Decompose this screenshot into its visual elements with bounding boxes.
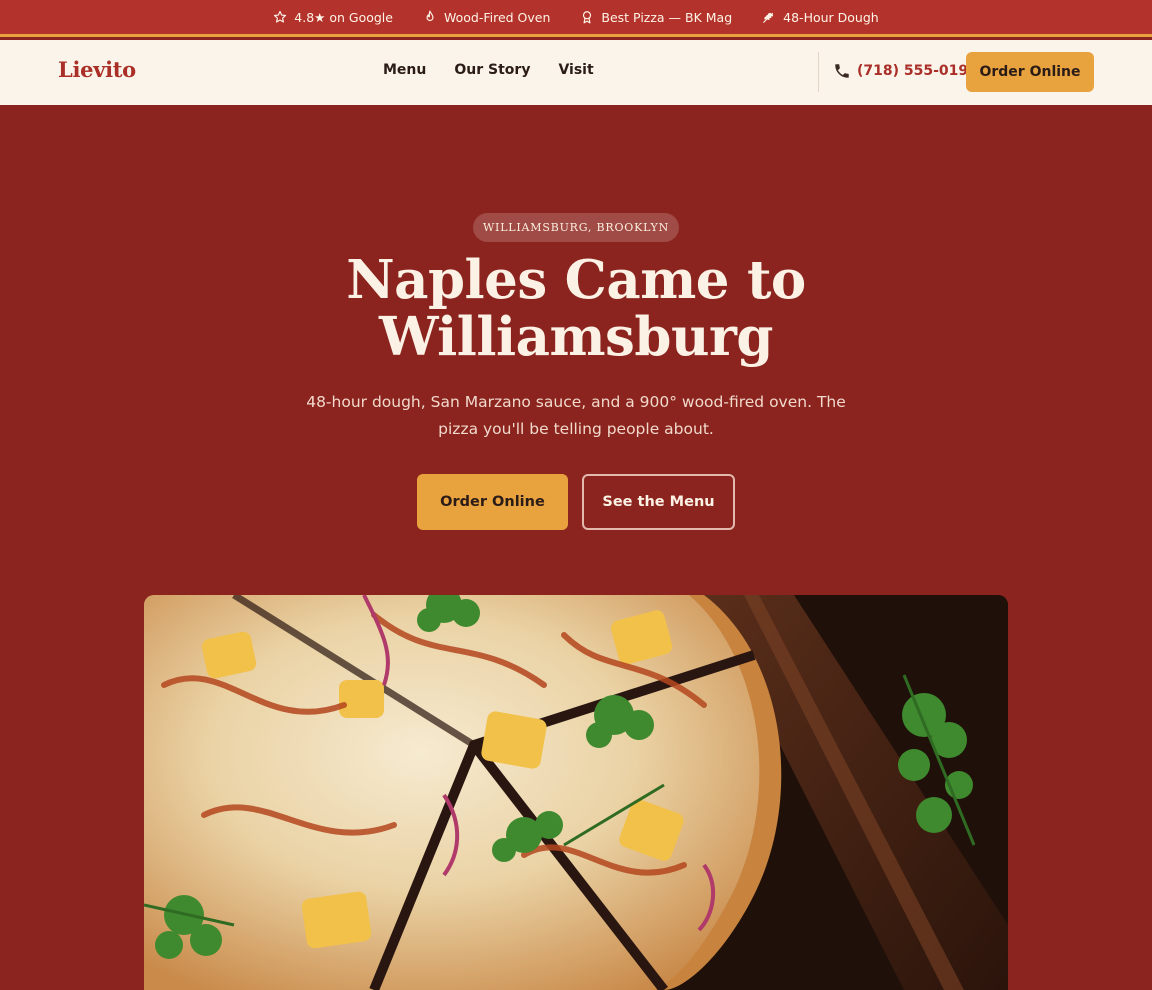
hero-title: Naples Came to Williamsburg — [276, 252, 876, 366]
promo-item-award: Best Pizza — BK Mag — [580, 10, 732, 25]
logo[interactable]: Lievito — [58, 57, 136, 82]
promo-item-rating: 4.8★ on Google — [273, 10, 393, 25]
promo-label: Best Pizza — BK Mag — [601, 9, 733, 25]
hero-title-line-1: Naples Came to — [346, 249, 806, 311]
nav-link-our-story[interactable]: Our Story — [454, 62, 530, 78]
promo-item-dough: 48-Hour Dough — [762, 10, 879, 25]
promo-bar: 4.8★ on Google Wood-Fired Oven Best Pizz… — [0, 0, 1152, 37]
award-icon — [580, 10, 594, 24]
location-badge: WILLIAMSBURG, BROOKLYN — [473, 213, 679, 242]
phone-number: (718) 555-0192 — [857, 63, 978, 79]
main-nav: Menu Our Story Visit — [383, 62, 594, 78]
promo-label: Wood-Fired Oven — [443, 9, 551, 25]
see-menu-button[interactable]: See the Menu — [582, 474, 735, 530]
phone-icon — [833, 62, 851, 80]
promo-label: 4.8★ on Google — [294, 9, 393, 25]
site-header: Lievito Menu Our Story Visit (718) 555-0… — [0, 40, 1152, 105]
hero-subtitle: 48-hour dough, San Marzano sauce, and a … — [306, 393, 846, 438]
promo-label: 48-Hour Dough — [783, 9, 879, 25]
nav-link-menu[interactable]: Menu — [383, 62, 426, 78]
hero-order-online-button[interactable]: Order Online — [417, 474, 568, 530]
wheat-icon — [762, 10, 776, 24]
promo-item-oven: Wood-Fired Oven — [423, 10, 550, 25]
star-icon — [273, 10, 287, 24]
header-order-online-button[interactable]: Order Online — [966, 52, 1094, 92]
header-divider — [818, 52, 819, 92]
phone-link[interactable]: (718) 555-0192 — [833, 62, 978, 80]
flame-icon — [423, 10, 437, 24]
nav-link-visit[interactable]: Visit — [558, 62, 593, 78]
hero-pizza-image — [144, 595, 1008, 990]
hero-title-line-2: Williamsburg — [379, 306, 773, 368]
